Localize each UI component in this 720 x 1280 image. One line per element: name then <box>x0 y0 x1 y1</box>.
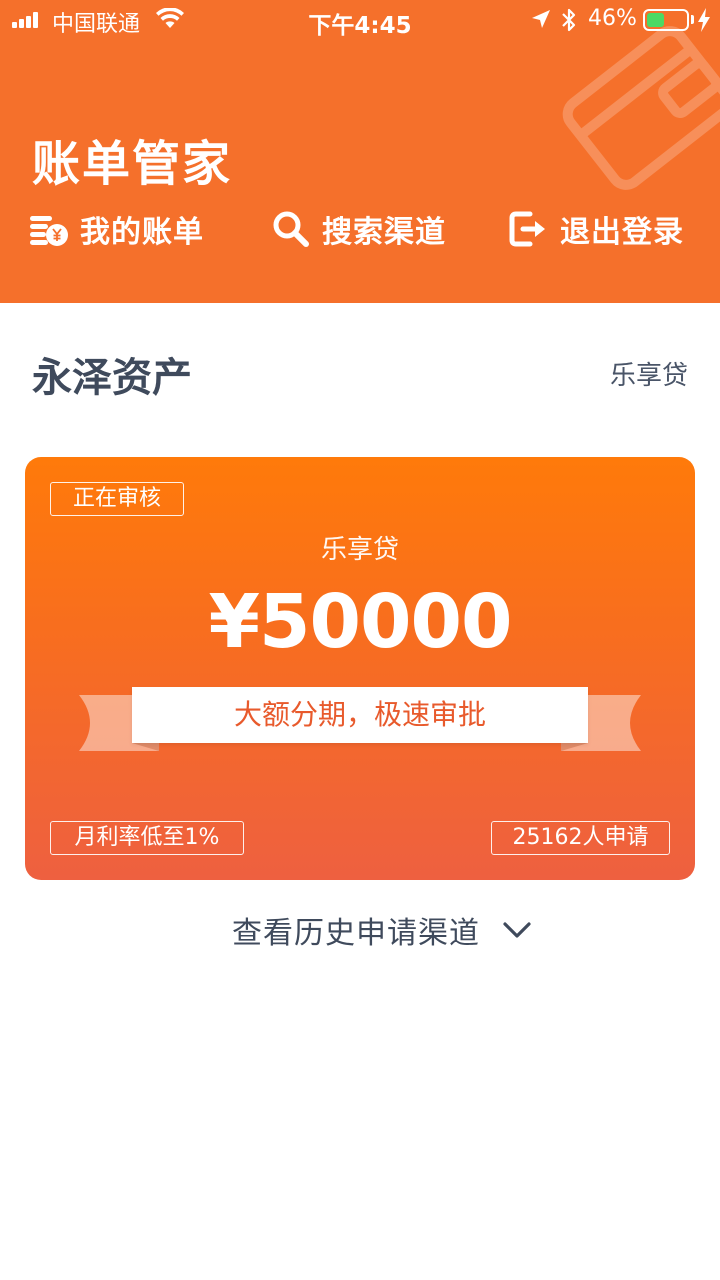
nav-logout[interactable]: 退出登录 <box>508 204 684 254</box>
page-title: 账单管家 <box>32 136 233 192</box>
view-history-channels[interactable]: 查看历史申请渠道 <box>232 908 532 952</box>
applicants-badge: 25162人申请 <box>491 821 670 855</box>
section-title: 永泽资产 <box>32 355 192 401</box>
nav-my-bills-label: 我的账单 <box>80 215 204 250</box>
chevron-down-icon <box>503 922 531 938</box>
card-slogan: 大额分期，极速审批 <box>132 687 588 743</box>
logout-icon <box>509 211 545 247</box>
loan-amount: ¥50000 <box>208 579 513 665</box>
nav-search-channel[interactable]: 搜索渠道 <box>270 204 446 254</box>
rate-badge: 月利率低至1% <box>50 821 244 855</box>
loan-product-card[interactable]: 正在审核 乐享贷 ¥50000 大额分期，极速审批 月利率低至1% 25162人… <box>25 457 695 880</box>
nav-my-bills[interactable]: 我的账单 <box>28 204 204 254</box>
nav-logout-label: 退出登录 <box>560 215 684 250</box>
wallet-watermark-icon <box>562 26 720 190</box>
bills-coin-icon <box>30 216 68 246</box>
history-label: 查看历史申请渠道 <box>232 916 480 951</box>
search-icon <box>273 211 309 247</box>
header: 中国联通 下午4:45 46% 账单管家 我的账单 搜索渠道 退出登录 <box>0 0 720 303</box>
section-product-link[interactable]: 乐享贷 <box>610 355 688 392</box>
card-product-name: 乐享贷 <box>320 535 399 565</box>
status-badge: 正在审核 <box>50 482 184 516</box>
nav-search-label: 搜索渠道 <box>322 215 446 250</box>
